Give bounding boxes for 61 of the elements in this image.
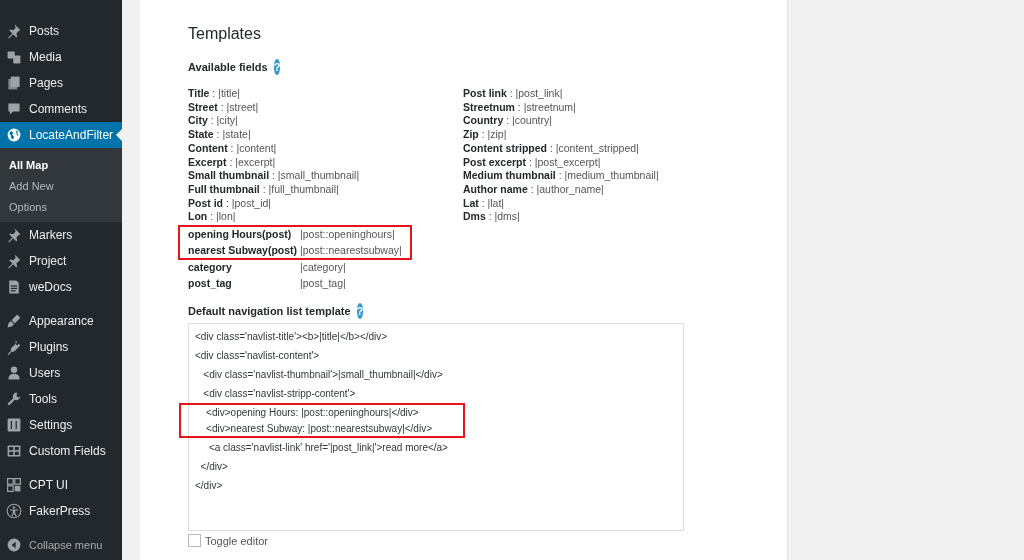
sidebar-item[interactable]: Media [0,44,122,70]
field-entry: Content : |content| [188,141,277,156]
field-tag: |post::openinghours| [300,227,395,243]
field-tag: |post_tag| [300,275,346,292]
field-entry: Medium thumbnail : |medium_thumbnail| [463,169,659,183]
sidebar-item[interactable]: Posts [0,18,122,44]
code-line: </div> [195,479,223,494]
field-tag: |category| [300,260,346,276]
field-entry: Full thumbnail : |full_thumbnail| [188,182,339,197]
submenu-item[interactable]: Options [0,197,122,218]
sidebar-item[interactable]: Pages [0,70,122,96]
code-line: <div class='navlist-title'><b>|title|</b></div> [195,330,388,345]
field-entry: Country : |country| [463,114,552,129]
sidebar-item[interactable]: weDocs [0,274,122,300]
code-line: <div class='navlist-content'> [195,349,320,364]
field-entry: Lat : |lat| [463,196,505,211]
code-line: <div>nearest Subway: |post::nearestsubway|</div> [205,421,432,436]
code-line: <a class='navlist-link' href='|post_link|'>read more</a> [207,441,448,456]
sidebar-item[interactable]: CPT UI [0,472,122,498]
field-entry: Small thumbnail : |small_thumbnail| [188,169,360,183]
field-entry: Post excerpt : |post_excerpt| [463,155,601,170]
submenu-item[interactable]: Add New [0,176,122,197]
page-heading: Templates [188,25,261,43]
section-label: Available fields [188,61,268,73]
submenu-item[interactable]: All Map [0,155,122,176]
sidebar-item[interactable]: Tools [0,386,122,412]
sidebar-item[interactable]: Collapse menu [0,532,122,558]
checkbox-label: Toggle editor [205,534,268,547]
field-entry: Lon : |lon| [188,210,236,225]
section-label: Default navigation list template [188,305,351,318]
sidebar-item[interactable]: Project [0,248,122,274]
sidebar-item[interactable]: Comments [0,96,122,122]
field-entry: Streetnum : |streetnum| [463,100,576,115]
sidebar-item[interactable]: Users [0,360,122,386]
field-name: opening Hours(post) [188,227,293,243]
sidebar-item[interactable]: LocateAndFilter [0,122,122,148]
field-tag: |post::nearestsubway| [300,242,402,259]
field-entry: City : |city| [188,114,238,129]
code-line: <div>opening Hours: |post::openinghours|</div> [205,406,419,421]
field-entry: Author name : |author_name| [463,182,604,197]
field-entry: Dms : |dms| [463,210,520,225]
sidebar-item[interactable]: Markers [0,222,122,248]
sidebar-item[interactable]: Custom Fields [0,438,122,464]
sidebar-item[interactable]: Plugins [0,334,122,360]
field-entry: Zip : |zip| [463,128,507,142]
field-entry: State : |state| [188,128,251,142]
field-entry: Post link : |post_link| [463,87,563,101]
field-name: post_tag [188,275,233,291]
code-line: </div> [199,460,228,475]
sidebar-item[interactable]: Settings [0,412,122,438]
field-entry: Title : |title| [188,87,240,101]
sidebar-item[interactable]: Appearance [0,308,122,334]
field-name: category [188,260,233,276]
field-entry: Post id : |post_id| [188,196,272,211]
code-line: <div class='navlist-stripp-content'> [202,387,356,402]
field-entry: Content stripped : |content_stripped| [463,141,639,156]
sidebar-item[interactable]: FakerPress [0,498,122,524]
field-name: nearest Subway(post) [188,242,299,258]
field-entry: Street : |street| [188,100,259,115]
code-line: <div class='navlist-thumbnail'>|small_thumbnail|</div> [202,368,443,383]
field-entry: Excerpt : |excerpt| [188,155,276,170]
